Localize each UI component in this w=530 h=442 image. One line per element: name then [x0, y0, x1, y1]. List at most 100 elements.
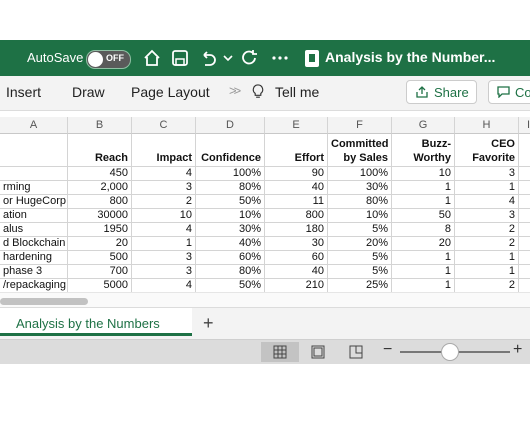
table-cell[interactable]: 4	[132, 223, 196, 237]
table-cell[interactable]	[519, 251, 530, 265]
table-cell[interactable]: 20	[68, 237, 132, 251]
table-cell[interactable]: rming	[0, 181, 68, 195]
redo-icon[interactable]	[241, 49, 259, 67]
table-cell[interactable]	[519, 279, 530, 293]
table-cell[interactable]: 1	[392, 195, 455, 209]
table-cell[interactable]: or HugeCorp	[0, 195, 68, 209]
table-cell[interactable]: alus	[0, 223, 68, 237]
table-cell[interactable]: 90	[265, 167, 328, 181]
table-cell[interactable]: 1	[132, 237, 196, 251]
table-cell[interactable]: 30%	[328, 181, 392, 195]
table-cell[interactable]: 20	[392, 237, 455, 251]
header-cell-e[interactable]: Effort	[265, 134, 328, 167]
zoom-out-button[interactable]: −	[383, 341, 392, 359]
header-cell-i[interactable]	[519, 134, 530, 167]
table-cell[interactable]: 4	[455, 195, 519, 209]
table-cell[interactable]: 50%	[196, 279, 265, 293]
column-header-g[interactable]: G	[392, 117, 455, 134]
column-header-f[interactable]: F	[328, 117, 392, 134]
table-cell[interactable]: 30000	[68, 209, 132, 223]
tab-insert[interactable]: Insert	[6, 84, 41, 100]
table-cell[interactable]: 10	[132, 209, 196, 223]
table-cell[interactable]: 40	[265, 265, 328, 279]
scrollbar-thumb[interactable]	[0, 298, 88, 305]
normal-view-button[interactable]	[261, 342, 299, 362]
table-cell[interactable]: 5%	[328, 265, 392, 279]
table-cell[interactable]	[519, 237, 530, 251]
dropdown-icon[interactable]	[223, 53, 233, 63]
table-cell[interactable]	[519, 181, 530, 195]
table-cell[interactable]: 60	[265, 251, 328, 265]
table-cell[interactable]: 100%	[328, 167, 392, 181]
add-sheet-button[interactable]: +	[203, 313, 214, 334]
table-cell[interactable]: 100%	[196, 167, 265, 181]
table-cell[interactable]: 11	[265, 195, 328, 209]
table-cell[interactable]: 3	[455, 209, 519, 223]
table-cell[interactable]	[519, 167, 530, 181]
header-cell-b[interactable]: Reach	[68, 134, 132, 167]
header-cell-g[interactable]: Buzz- Worthy	[392, 134, 455, 167]
table-cell[interactable]: 3	[132, 181, 196, 195]
table-cell[interactable]: 10%	[328, 209, 392, 223]
zoom-in-button[interactable]: +	[513, 341, 522, 359]
table-cell[interactable]: 700	[68, 265, 132, 279]
table-cell[interactable]: 210	[265, 279, 328, 293]
sheet-tab-active[interactable]: Analysis by the Numbers	[0, 308, 192, 336]
table-cell[interactable]	[519, 195, 530, 209]
undo-icon[interactable]	[199, 49, 217, 67]
column-header-b[interactable]: B	[68, 117, 132, 134]
table-cell[interactable]: 4	[132, 279, 196, 293]
table-cell[interactable]	[519, 265, 530, 279]
table-cell[interactable]: 1	[455, 251, 519, 265]
table-cell[interactable]: 5%	[328, 223, 392, 237]
table-cell[interactable]: 25%	[328, 279, 392, 293]
table-cell[interactable]: 30	[265, 237, 328, 251]
document-title[interactable]: Analysis by the Number...	[325, 49, 495, 65]
table-cell[interactable]: /repackaging	[0, 279, 68, 293]
column-header-d[interactable]: D	[196, 117, 265, 134]
table-cell[interactable]: 40%	[196, 237, 265, 251]
ribbon-overflow-icon[interactable]: >>	[229, 83, 241, 98]
column-header-a[interactable]: A	[0, 117, 68, 134]
home-icon[interactable]	[143, 49, 161, 67]
header-cell-a[interactable]	[0, 134, 68, 167]
table-cell[interactable]: 1950	[68, 223, 132, 237]
spreadsheet-grid[interactable]: A B C D E F G H I Reach Impact Confidence Effort Comm…	[0, 117, 530, 296]
table-cell[interactable]: 30%	[196, 223, 265, 237]
table-cell[interactable]: 3	[132, 251, 196, 265]
table-cell[interactable]: 10	[392, 167, 455, 181]
table-cell[interactable]: hardening	[0, 251, 68, 265]
table-cell[interactable]: 4	[132, 167, 196, 181]
column-header-e[interactable]: E	[265, 117, 328, 134]
tab-draw[interactable]: Draw	[72, 84, 105, 100]
table-cell[interactable]	[519, 209, 530, 223]
table-cell[interactable]: 1	[392, 279, 455, 293]
table-cell[interactable]: 3	[132, 265, 196, 279]
page-break-view-button[interactable]	[337, 342, 375, 362]
autosave-toggle[interactable]: OFF	[86, 50, 131, 69]
more-icon[interactable]	[271, 54, 289, 62]
header-cell-c[interactable]: Impact	[132, 134, 196, 167]
table-cell[interactable]: 180	[265, 223, 328, 237]
table-cell[interactable]: 10%	[196, 209, 265, 223]
table-cell[interactable]: 60%	[196, 251, 265, 265]
table-cell[interactable]: 80%	[328, 195, 392, 209]
column-header-c[interactable]: C	[132, 117, 196, 134]
table-cell[interactable]: 5%	[328, 251, 392, 265]
table-cell[interactable]: 800	[265, 209, 328, 223]
table-cell[interactable]: 20%	[328, 237, 392, 251]
table-cell[interactable]	[0, 167, 68, 181]
header-cell-h[interactable]: CEO Favorite	[455, 134, 519, 167]
header-cell-f[interactable]: Committed by Sales	[328, 134, 392, 167]
table-cell[interactable]: 500	[68, 251, 132, 265]
table-cell[interactable]: 1	[392, 265, 455, 279]
table-cell[interactable]: 2	[132, 195, 196, 209]
table-cell[interactable]: 80%	[196, 181, 265, 195]
table-cell[interactable]: phase 3	[0, 265, 68, 279]
table-cell[interactable]: 8	[392, 223, 455, 237]
table-cell[interactable]: 1	[392, 181, 455, 195]
table-cell[interactable]: 2,000	[68, 181, 132, 195]
share-button[interactable]: Share	[406, 80, 477, 104]
table-cell[interactable]: 800	[68, 195, 132, 209]
page-layout-view-button[interactable]	[299, 342, 337, 362]
